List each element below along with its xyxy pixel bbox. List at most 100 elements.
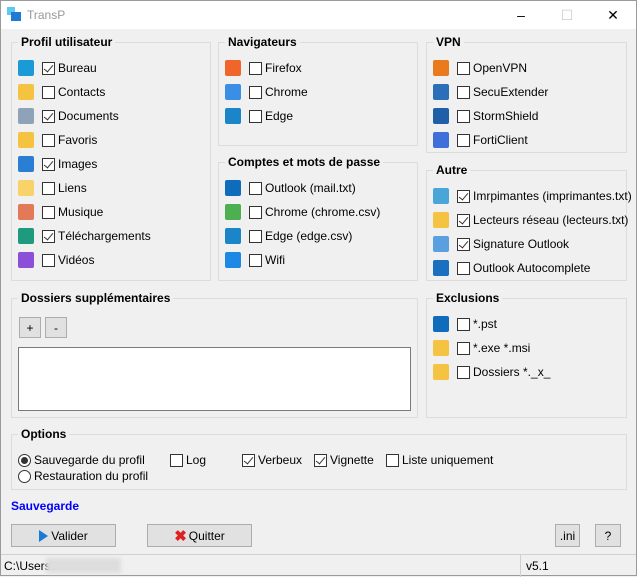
- remove-folder-button[interactable]: -: [45, 317, 67, 338]
- checkbox[interactable]: [42, 229, 55, 243]
- checkbox[interactable]: [457, 365, 470, 379]
- add-folder-button[interactable]: +: [19, 317, 41, 338]
- checkbox-item-liens[interactable]: Liens: [18, 180, 87, 196]
- checkbox[interactable]: [249, 61, 262, 75]
- radio-restauration[interactable]: Restauration du profil: [18, 468, 148, 484]
- checkbox[interactable]: [314, 453, 327, 467]
- group-title: Autre: [433, 163, 471, 177]
- checkbox-item-chrome-chrome-csv-[interactable]: Chrome (chrome.csv): [225, 204, 380, 220]
- checkbox[interactable]: [42, 85, 55, 99]
- radio-button[interactable]: [18, 453, 31, 467]
- quitter-button[interactable]: ✖ Quitter: [147, 524, 252, 547]
- checkbox-label: Imrpimantes (imprimantes.txt): [473, 189, 632, 203]
- checkbox-item-dossiers-x-[interactable]: Dossiers *._x_: [433, 364, 550, 380]
- checkbox-item-musique[interactable]: Musique: [18, 204, 103, 220]
- maximize-button[interactable]: ☐: [544, 1, 590, 29]
- option-verbeux[interactable]: Verbeux: [242, 452, 302, 468]
- checkbox-item-documents[interactable]: Documents: [18, 108, 119, 124]
- checkbox-item-lecteurs-r-seau-lecteurs-txt-[interactable]: Lecteurs réseau (lecteurs.txt): [433, 212, 628, 228]
- checkbox[interactable]: [386, 453, 399, 467]
- checkbox-label: Liste uniquement: [402, 453, 494, 467]
- checkbox[interactable]: [457, 341, 470, 355]
- checkbox[interactable]: [249, 229, 262, 243]
- ini-button[interactable]: .ini: [555, 524, 580, 547]
- checkbox[interactable]: [42, 181, 55, 195]
- checkbox-item-openvpn[interactable]: OpenVPN: [433, 60, 527, 76]
- valider-label: Valider: [51, 528, 88, 543]
- checkbox-item-forticlient[interactable]: FortiClient: [433, 132, 528, 148]
- checkbox[interactable]: [457, 213, 470, 227]
- checkbox-item-edge-edge-csv-[interactable]: Edge (edge.csv): [225, 228, 352, 244]
- forticlient-icon: [433, 132, 449, 148]
- checkbox-item-contacts[interactable]: Contacts: [18, 84, 105, 100]
- checkbox-item-bureau[interactable]: Bureau: [18, 60, 97, 76]
- checkbox[interactable]: [457, 237, 470, 251]
- checkbox-label: Outlook (mail.txt): [265, 181, 356, 195]
- excluded-folder-icon: [433, 364, 449, 380]
- signature-pen-icon: [433, 236, 449, 252]
- checkbox-item-signature-outlook[interactable]: Signature Outlook: [433, 236, 569, 252]
- checkbox[interactable]: [242, 453, 255, 467]
- checkbox-label: Wifi: [265, 253, 285, 267]
- checkbox[interactable]: [249, 253, 262, 267]
- checkbox[interactable]: [457, 109, 470, 123]
- folders-list[interactable]: [18, 347, 411, 411]
- checkbox[interactable]: [249, 85, 262, 99]
- checkbox-item-wifi[interactable]: Wifi: [225, 252, 285, 268]
- checkbox[interactable]: [42, 253, 55, 267]
- checkbox[interactable]: [457, 133, 470, 147]
- checkbox[interactable]: [457, 317, 470, 331]
- checkbox[interactable]: [457, 85, 470, 99]
- radio-sauvegarde[interactable]: Sauvegarde du profil: [18, 452, 145, 468]
- minimize-button[interactable]: –: [498, 1, 544, 29]
- option-vignette[interactable]: Vignette: [314, 452, 374, 468]
- checkbox-item-firefox[interactable]: Firefox: [225, 60, 302, 76]
- close-button[interactable]: ✕: [590, 1, 636, 29]
- checkbox-item--exe-msi[interactable]: *.exe *.msi: [433, 340, 530, 356]
- downloads-folder-icon: [18, 228, 34, 244]
- checkbox-item-secuextender[interactable]: SecuExtender: [433, 84, 548, 100]
- checkbox[interactable]: [457, 61, 470, 75]
- checkbox[interactable]: [42, 133, 55, 147]
- checkbox-label: StormShield: [473, 109, 539, 123]
- mode-label: Sauvegarde: [11, 499, 80, 513]
- checkbox-item-imrpimantes-imprimantes-txt-[interactable]: Imrpimantes (imprimantes.txt): [433, 188, 632, 204]
- play-icon: [39, 529, 49, 542]
- checkbox-label: Documents: [58, 109, 119, 123]
- checkbox-item-outlook-mail-txt-[interactable]: Outlook (mail.txt): [225, 180, 356, 196]
- checkbox-item-t-l-chargements[interactable]: Téléchargements: [18, 228, 151, 244]
- checkbox[interactable]: [42, 61, 55, 75]
- checkbox-item-favoris[interactable]: Favoris: [18, 132, 97, 148]
- radio-button[interactable]: [18, 469, 31, 483]
- firefox-icon: [225, 60, 241, 76]
- edge-icon: [225, 108, 241, 124]
- checkbox[interactable]: [42, 109, 55, 123]
- checkbox[interactable]: [249, 109, 262, 123]
- group-title: Navigateurs: [225, 35, 300, 49]
- checkbox[interactable]: [457, 189, 470, 203]
- checkbox[interactable]: [249, 205, 262, 219]
- checkbox[interactable]: [42, 157, 55, 171]
- checkbox-label: Verbeux: [258, 453, 303, 467]
- help-button[interactable]: ?: [595, 524, 621, 547]
- checkbox[interactable]: [457, 261, 470, 275]
- checkbox[interactable]: [42, 205, 55, 219]
- checkbox[interactable]: [170, 453, 183, 467]
- checkbox-label: Bureau: [58, 61, 97, 75]
- group-title: Dossiers supplémentaires: [18, 291, 174, 305]
- music-folder-icon: [18, 204, 34, 220]
- option-liste-uniquement[interactable]: Liste uniquement: [386, 452, 493, 468]
- checkbox-item-stormshield[interactable]: StormShield: [433, 108, 538, 124]
- contacts-folder-icon: [18, 84, 34, 100]
- checkbox[interactable]: [249, 181, 262, 195]
- checkbox-item-vid-os[interactable]: Vidéos: [18, 252, 94, 268]
- edge-key-icon: [225, 228, 241, 244]
- checkbox-item-outlook-autocomplete[interactable]: Outlook Autocomplete: [433, 260, 590, 276]
- option-log[interactable]: Log: [170, 452, 206, 468]
- checkbox-item-chrome[interactable]: Chrome: [225, 84, 308, 100]
- checkbox-item-images[interactable]: Images: [18, 156, 97, 172]
- checkbox-item--pst[interactable]: *.pst: [433, 316, 497, 332]
- pictures-folder-icon: [18, 156, 34, 172]
- checkbox-item-edge[interactable]: Edge: [225, 108, 293, 124]
- valider-button[interactable]: Valider: [11, 524, 116, 547]
